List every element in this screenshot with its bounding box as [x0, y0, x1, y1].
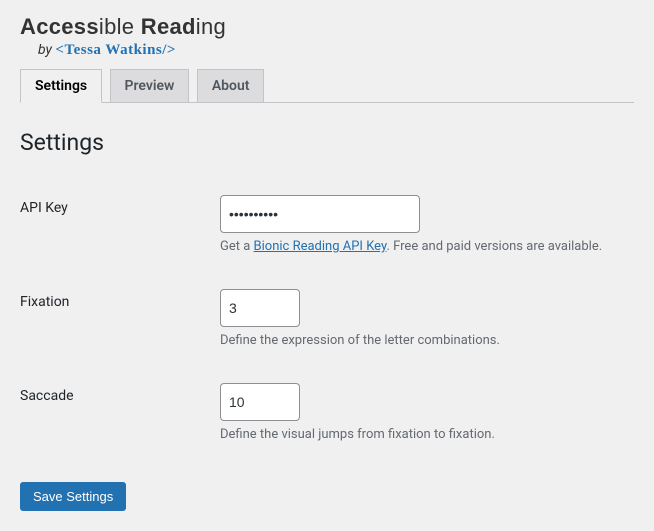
tab-about[interactable]: About	[197, 69, 265, 102]
plugin-logo: Accessible Reading by <Tessa Watkins/>	[20, 10, 634, 69]
settings-form: API Key Get a Bionic Reading API Key. Fr…	[20, 180, 634, 462]
tab-bar: Settings Preview About	[20, 69, 634, 103]
api-key-input[interactable]	[220, 195, 420, 233]
api-key-label: API Key	[20, 180, 220, 274]
tab-settings[interactable]: Settings	[20, 69, 102, 103]
tab-preview[interactable]: Preview	[110, 69, 190, 102]
fixation-help: Define the expression of the letter comb…	[220, 333, 624, 348]
page-title: Settings	[20, 129, 634, 156]
logo-t1: Access	[20, 14, 99, 39]
saccade-input[interactable]	[220, 383, 300, 421]
save-button[interactable]: Save Settings	[20, 482, 126, 511]
saccade-label: Saccade	[20, 368, 220, 462]
logo-t4: Read	[141, 14, 196, 39]
logo-t2: ib	[99, 14, 117, 39]
api-key-help: Get a Bionic Reading API Key. Free and p…	[220, 239, 624, 254]
logo-t3: le	[117, 14, 141, 39]
fixation-label: Fixation	[20, 274, 220, 368]
fixation-input[interactable]	[220, 289, 300, 327]
logo-byline: by <Tessa Watkins/>	[20, 42, 634, 59]
api-key-link[interactable]: Bionic Reading API Key	[254, 239, 387, 254]
saccade-help: Define the visual jumps from fixation to…	[220, 427, 624, 442]
logo-title: Accessible Reading	[20, 14, 634, 40]
logo-author: <Tessa Watkins/>	[55, 42, 176, 58]
logo-t5: ing	[196, 14, 226, 39]
